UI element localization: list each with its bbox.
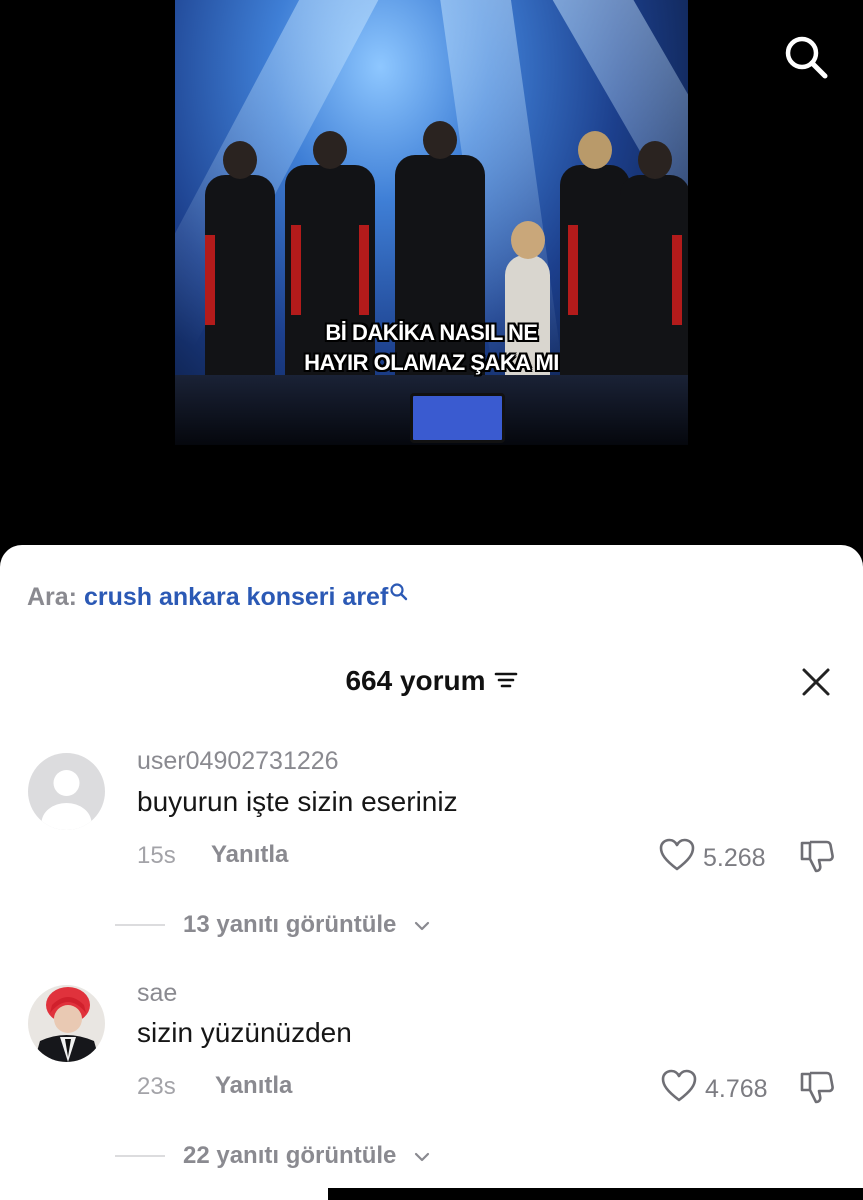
caption-line: HAYIR OLAMAZ ŞAKA MI [304, 350, 559, 375]
chevron-down-icon[interactable] [414, 1142, 430, 1170]
avatar[interactable] [28, 985, 105, 1062]
comment-text: sizin yüzünüzden [137, 1017, 352, 1048]
caption-line: Bİ DAKİKA NASIL NE [325, 320, 538, 345]
heart-icon[interactable] [661, 1069, 697, 1110]
like-button[interactable]: 4.768 [661, 1069, 768, 1110]
bottom-bar [328, 1188, 863, 1200]
search-query-link[interactable]: crush ankara konseri aref [84, 583, 388, 611]
comment-username[interactable]: user04902731226 [137, 747, 339, 776]
comment-text: buyurun işte sizin eseriniz [137, 786, 458, 817]
reply-button[interactable]: Yanıtla [211, 841, 288, 869]
divider [115, 1155, 165, 1157]
view-replies-label[interactable]: 13 yanıtı görüntüle [183, 911, 396, 939]
view-replies-button[interactable]: 13 yanıtı görüntüle [115, 911, 430, 939]
like-count: 4.768 [705, 1075, 768, 1103]
dislike-icon[interactable] [799, 838, 835, 874]
dislike-icon[interactable] [799, 1069, 835, 1105]
search-prefix: Ara: [27, 583, 78, 611]
search-icon[interactable] [389, 580, 409, 609]
like-button[interactable]: 5.268 [659, 838, 766, 879]
video-frame[interactable]: Bİ DAKİKA NASIL NE HAYIR OLAMAZ ŞAKA MI [175, 0, 688, 445]
video-caption: Bİ DAKİKA NASIL NE HAYIR OLAMAZ ŞAKA MI [175, 318, 688, 378]
comment-time: 23s [137, 1073, 176, 1100]
comments-header: 664 yorum [0, 665, 863, 697]
heart-icon[interactable] [659, 838, 695, 879]
close-icon[interactable] [801, 667, 831, 697]
divider [115, 924, 165, 926]
comment-time: 15s [137, 842, 176, 869]
view-replies-label[interactable]: 22 yanıtı görüntüle [183, 1142, 396, 1170]
comment-count: 664 yorum [345, 665, 486, 696]
related-search[interactable]: Ara: crush ankara konseri aref [27, 583, 409, 612]
audience-phone [410, 393, 505, 443]
avatar[interactable] [28, 753, 105, 830]
sort-icon[interactable] [494, 665, 518, 697]
view-replies-button[interactable]: 22 yanıtı görüntüle [115, 1142, 430, 1170]
comment-username[interactable]: sae [137, 979, 177, 1008]
reply-button[interactable]: Yanıtla [215, 1072, 292, 1100]
chevron-down-icon[interactable] [414, 911, 430, 939]
video-player[interactable]: Bİ DAKİKA NASIL NE HAYIR OLAMAZ ŞAKA MI [0, 0, 863, 560]
search-icon[interactable] [783, 34, 829, 80]
like-count: 5.268 [703, 844, 766, 872]
